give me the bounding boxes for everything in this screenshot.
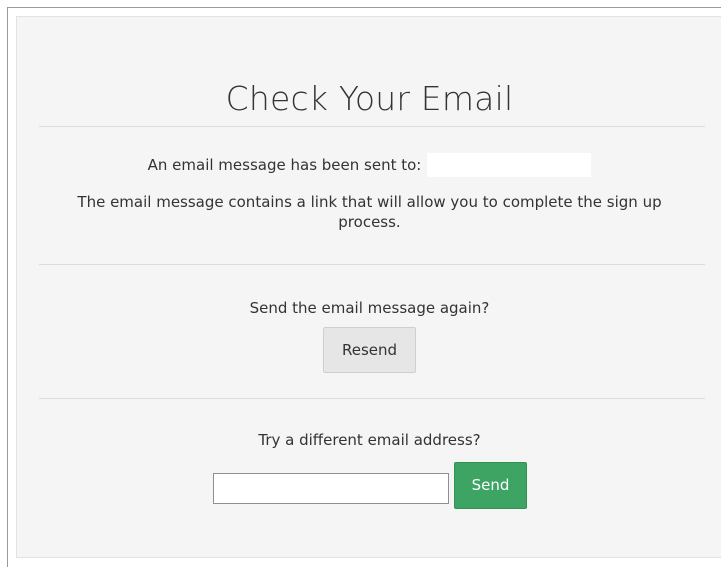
send-button[interactable]: Send [454, 462, 527, 509]
sent-message-text: An email message has been sent to: [147, 156, 422, 174]
resend-button[interactable]: Resend [323, 327, 416, 373]
email-address-input[interactable] [213, 473, 449, 504]
divider-top [39, 126, 705, 127]
different-email-prompt: Try a different email address? [258, 431, 481, 449]
resend-prompt: Send the email message again? [249, 299, 490, 317]
divider-bottom [39, 398, 705, 399]
page-title: Check Your Email [225, 79, 514, 118]
recipient-email [427, 153, 592, 177]
signup-confirmation-panel: Check Your Email An email message has be… [16, 16, 721, 558]
info-message-text: The email message contains a link that w… [77, 193, 662, 231]
divider-middle [39, 264, 705, 265]
sent-message-row: An email message has been sent to: [17, 153, 721, 177]
